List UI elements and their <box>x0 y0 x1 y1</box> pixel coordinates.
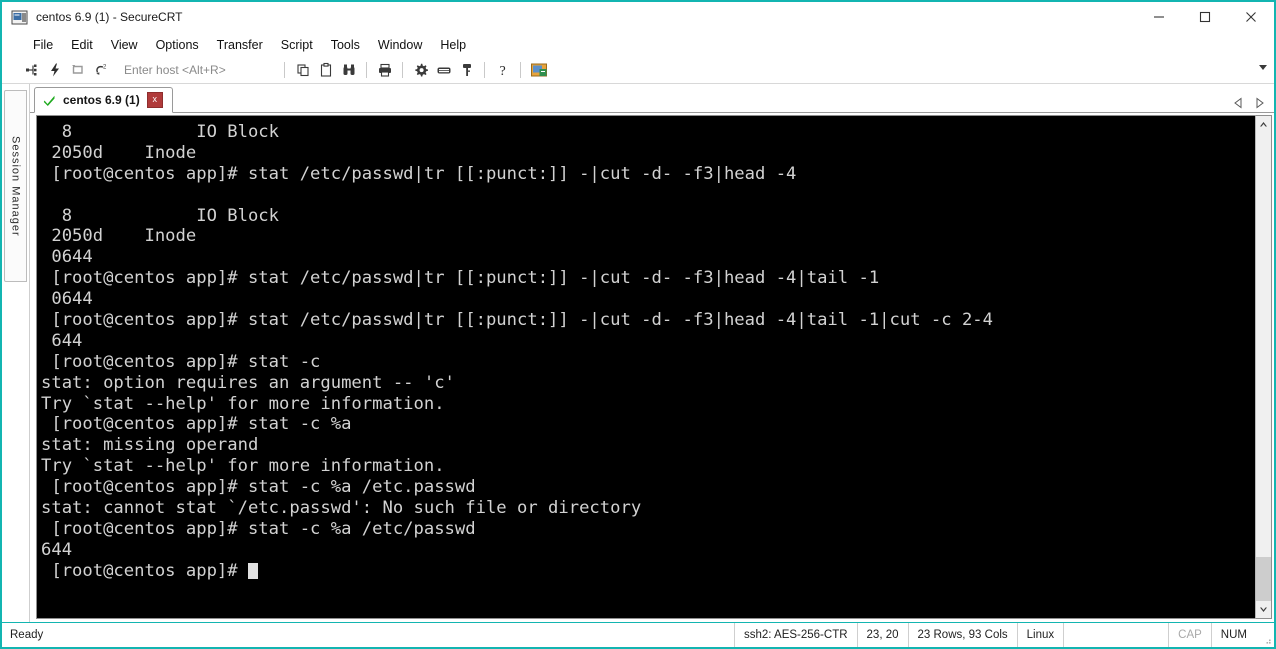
scrollbar-track[interactable] <box>1256 133 1271 601</box>
status-ready: Ready <box>10 629 44 641</box>
securecrt-window: centos 6.9 (1) - SecureCRT File Edit Vie… <box>0 0 1276 649</box>
status-encryption: ssh2: AES-256-CTR <box>735 623 858 647</box>
terminal-line: Try `stat --help' for more information. <box>41 456 445 477</box>
status-num-indicator: NUM <box>1220 629 1247 641</box>
terminal-line: stat: missing operand <box>41 435 259 456</box>
terminal-screen[interactable]: 8 IO Block 2050d Inode [root@centos app]… <box>36 115 1255 619</box>
terminal-line: 0644 <box>41 247 93 268</box>
status-dimensions: 23 Rows, 93 Cols <box>909 623 1018 647</box>
host-input[interactable]: Enter host <Alt+R> <box>120 61 278 79</box>
menu-item-help[interactable]: Help <box>431 35 475 55</box>
tab-nav <box>1233 96 1274 112</box>
terminal-scrollbar[interactable] <box>1255 115 1272 619</box>
status-cursor-position: 23, 20 <box>858 623 909 647</box>
session-options-icon[interactable] <box>527 59 550 81</box>
toolbar-divider <box>484 62 485 78</box>
minimize-icon[interactable] <box>1136 2 1182 32</box>
toolbar-overflow-chevron[interactable] <box>1259 65 1267 70</box>
scrollbar-thumb[interactable] <box>1256 557 1271 601</box>
menu-item-window[interactable]: Window <box>369 35 431 55</box>
paste-icon[interactable] <box>314 59 337 81</box>
terminal-line: [root@centos app]# stat /etc/passwd|tr [… <box>41 310 993 331</box>
toolbar-divider <box>284 62 285 78</box>
window-title: centos 6.9 (1) - SecureCRT <box>36 10 183 24</box>
sidebar-item-session-manager[interactable]: Session Manager <box>4 90 27 282</box>
menu-item-transfer[interactable]: Transfer <box>208 35 272 55</box>
terminal-line: [root@centos app]# stat -c <box>41 351 321 372</box>
menu-item-script[interactable]: Script <box>272 35 322 55</box>
tab-close-icon[interactable]: x <box>146 92 163 108</box>
terminal-line: 8 IO Block <box>41 122 279 142</box>
terminal-line: 2050d Inode <box>41 226 197 247</box>
terminal-line: [root@centos app]# stat /etc/passwd|tr [… <box>41 268 880 289</box>
connect-icon[interactable] <box>20 59 43 81</box>
body-area: Session Manager centos 6.9 (1) x 8 IO Bl… <box>2 84 1274 622</box>
terminal-wrap: 8 IO Block 2050d Inode [root@centos app]… <box>30 113 1274 622</box>
gear-settings-icon[interactable] <box>409 59 432 81</box>
copy-icon[interactable] <box>291 59 314 81</box>
green-check-icon <box>43 94 56 107</box>
tab-strip: centos 6.9 (1) x <box>30 84 1274 113</box>
terminal-line: stat: option requires an argument -- 'c' <box>41 372 455 393</box>
toolbar-divider <box>520 62 521 78</box>
terminal-line: Try `stat --help' for more information. <box>41 393 445 414</box>
status-caps-indicator: CAP <box>1169 623 1212 647</box>
resize-grip-icon[interactable] <box>1256 623 1274 647</box>
maximize-icon[interactable] <box>1182 2 1228 32</box>
prompt-text: [root@centos app]# <box>41 560 248 581</box>
close-icon[interactable] <box>1228 2 1274 32</box>
terminal-line: [root@centos app]# stat -c %a /etc.passw… <box>41 477 476 498</box>
svg-text:?: ? <box>499 64 505 78</box>
tab-centos-6-9[interactable]: centos 6.9 (1) x <box>34 87 173 113</box>
menu-item-file[interactable]: File <box>24 35 62 55</box>
main-column: centos 6.9 (1) x 8 IO Block 2050d Inode … <box>30 84 1274 622</box>
clone-session-icon[interactable]: 2 <box>89 59 112 81</box>
print-icon[interactable] <box>373 59 396 81</box>
help-question-icon[interactable]: ? <box>491 59 514 81</box>
terminal-line: [root@centos app]# stat /etc/passwd|tr [… <box>41 163 797 184</box>
status-empty-cell <box>1064 623 1170 647</box>
menu-item-tools[interactable]: Tools <box>322 35 369 55</box>
terminal-line: 644 <box>41 539 73 560</box>
key-icon[interactable] <box>455 59 478 81</box>
reconnect-icon[interactable] <box>66 59 89 81</box>
menu-item-edit[interactable]: Edit <box>62 35 102 55</box>
title-bar: centos 6.9 (1) - SecureCRT <box>2 2 1274 32</box>
menu-item-view[interactable]: View <box>102 35 147 55</box>
toolbar: 2 Enter host <Alt+R> ? <box>2 57 1274 84</box>
toolbar-divider <box>402 62 403 78</box>
terminal-line: [root@centos app]# stat -c %a /etc/passw… <box>41 518 476 539</box>
keyboard-icon[interactable] <box>432 59 455 81</box>
tab-scroll-right-icon[interactable] <box>1254 96 1265 109</box>
menu-bar: File Edit View Options Transfer Script T… <box>2 32 1274 57</box>
session-manager-label: Session Manager <box>9 135 22 237</box>
find-binoculars-icon[interactable] <box>337 59 360 81</box>
quick-connect-lightning-icon[interactable] <box>43 59 66 81</box>
scroll-up-icon[interactable] <box>1256 116 1271 133</box>
window-controls <box>1136 2 1274 32</box>
terminal-cursor <box>247 562 258 579</box>
menu-item-options[interactable]: Options <box>147 35 208 55</box>
securecrt-terminal-icon <box>11 9 28 26</box>
terminal-line: 644 <box>41 330 83 351</box>
status-bar: Ready ssh2: AES-256-CTR 23, 20 23 Rows, … <box>2 622 1274 647</box>
tab-scroll-left-icon[interactable] <box>1233 96 1244 109</box>
svg-text:2: 2 <box>103 65 107 71</box>
terminal-line: 8 IO Block <box>41 205 279 226</box>
toolbar-divider <box>366 62 367 78</box>
tab-label: centos 6.9 (1) <box>63 93 140 107</box>
terminal-line: stat: cannot stat `/etc.passwd': No such… <box>41 498 642 519</box>
terminal-line: 0644 <box>41 289 93 310</box>
status-terminal-type: Linux <box>1018 623 1065 647</box>
terminal-line: [root@centos app]# stat -c %a <box>41 414 352 435</box>
terminal-prompt-line: [root@centos app]# <box>41 561 1255 582</box>
terminal-line: 2050d Inode <box>41 142 197 163</box>
status-spacer <box>52 623 735 647</box>
scroll-down-icon[interactable] <box>1256 601 1271 618</box>
session-manager-rail: Session Manager <box>2 84 30 622</box>
